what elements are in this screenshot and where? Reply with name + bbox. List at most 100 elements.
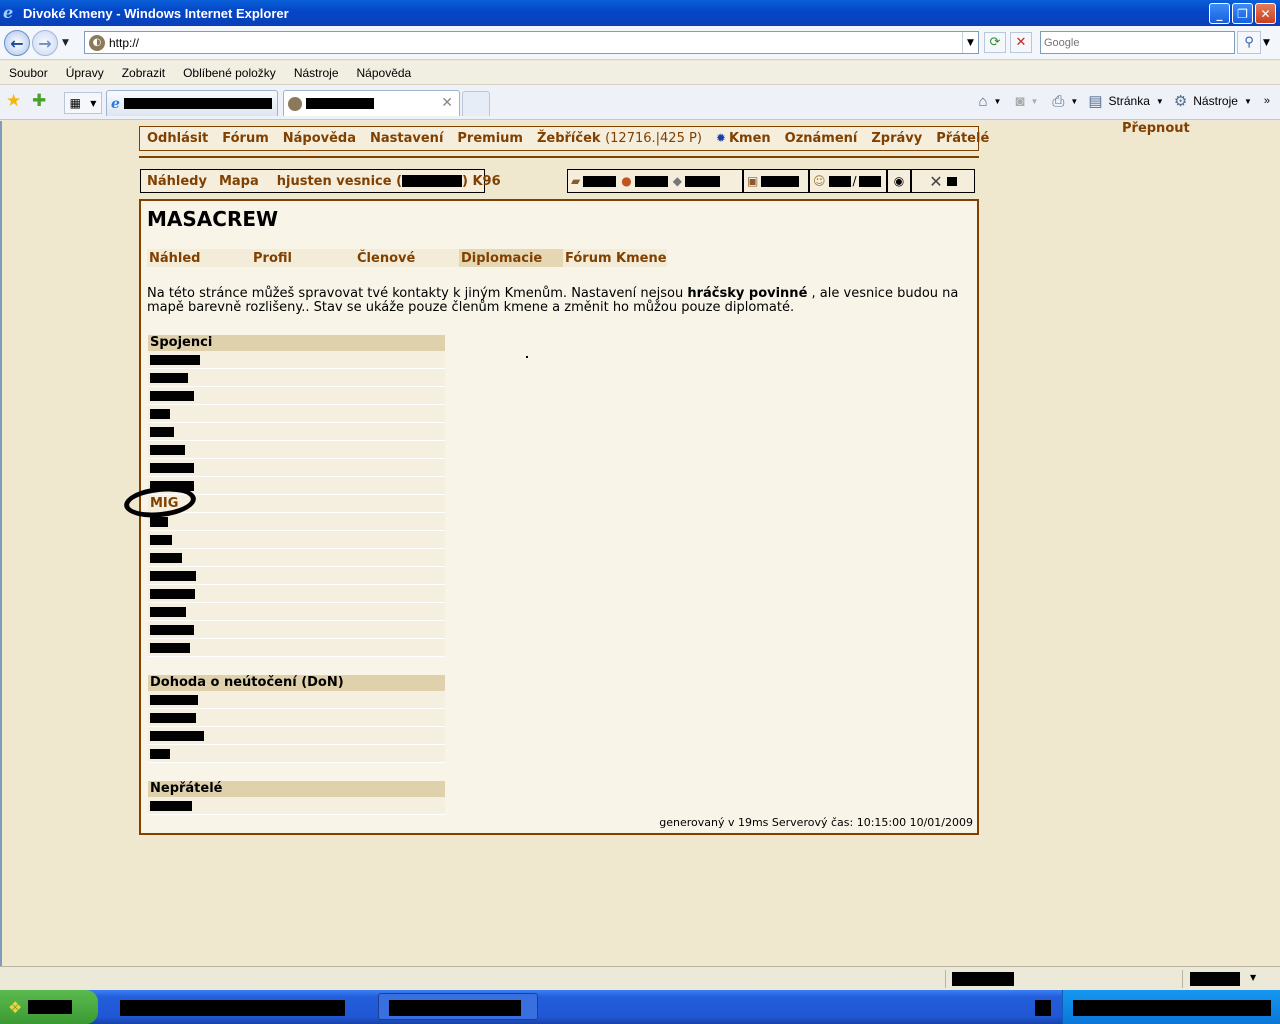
menu-help[interactable]: Nápověda	[357, 66, 412, 80]
add-favorite-icon[interactable]: ✚	[32, 91, 46, 111]
stop-button[interactable]: ✕	[1010, 32, 1032, 53]
table-row[interactable]	[148, 585, 445, 603]
home-dropdown-icon[interactable]: ▼	[994, 97, 1002, 106]
table-row[interactable]	[148, 603, 445, 621]
menu-file[interactable]: Soubor	[9, 66, 48, 80]
table-row[interactable]	[148, 441, 445, 459]
menu-logout[interactable]: Odhlásit	[140, 131, 215, 146]
overviews-link[interactable]: Náhledy	[141, 174, 213, 189]
redacted-zoom[interactable]	[1190, 972, 1240, 986]
chevron-more-icon[interactable]: »	[1264, 95, 1270, 107]
table-row[interactable]	[148, 549, 445, 567]
table-row[interactable]	[148, 387, 445, 405]
tab-tribe-forum[interactable]: Fórum Kmene	[563, 249, 667, 267]
redacted-tribe	[150, 390, 194, 401]
print-dropdown-icon[interactable]: ▼	[1070, 97, 1078, 106]
forward-button[interactable]: →	[32, 30, 58, 56]
table-row[interactable]	[148, 423, 445, 441]
table-row[interactable]	[148, 351, 445, 369]
table-row[interactable]	[148, 369, 445, 387]
menu-forum[interactable]: Fórum	[215, 131, 276, 146]
table-row[interactable]	[148, 567, 445, 585]
history-dropdown-icon[interactable]: ▼	[62, 38, 69, 48]
search-box[interactable]	[1040, 31, 1235, 54]
tab-members[interactable]: Členové	[355, 249, 459, 267]
table-row[interactable]	[148, 709, 445, 727]
search-button[interactable]: ⚲	[1237, 31, 1261, 54]
table-row[interactable]	[148, 639, 445, 657]
search-input[interactable]	[1041, 32, 1234, 53]
redacted-tribe	[150, 642, 190, 653]
switch-village-link[interactable]: Přepnout	[1122, 121, 1190, 136]
menu-edit[interactable]: Úpravy	[66, 66, 104, 80]
table-row[interactable]	[148, 727, 445, 745]
home-icon[interactable]: ⌂	[978, 93, 987, 110]
page-dropdown-icon[interactable]: ▼	[1156, 97, 1164, 106]
village-suffix: ) K96	[462, 173, 501, 189]
redacted-start-label	[28, 1000, 73, 1014]
menu-view[interactable]: Zobrazit	[122, 66, 165, 80]
menu-tools[interactable]: Nástroje	[294, 66, 339, 80]
feeds-icon[interactable]: ◙	[1015, 93, 1024, 110]
redacted-tribe	[150, 624, 194, 635]
table-row[interactable]	[148, 459, 445, 477]
table-row[interactable]	[148, 745, 445, 763]
enemies-table: Nepřátelé	[148, 781, 445, 815]
refresh-button[interactable]: ⟳	[984, 32, 1006, 53]
feeds-dropdown-icon[interactable]: ▼	[1030, 97, 1038, 106]
table-row[interactable]	[148, 513, 445, 531]
tab-diplomacy[interactable]: Diplomacie	[459, 249, 563, 267]
zoom-dropdown-icon[interactable]: ▼	[1250, 973, 1256, 982]
tools-gear-icon: ⚙	[1173, 93, 1188, 110]
favorites-star-icon[interactable]: ★	[6, 91, 21, 111]
quick-tabs-button[interactable]: ▦ ▼	[64, 92, 102, 114]
tools-menu[interactable]: Nástroje	[1193, 94, 1238, 108]
village-name[interactable]: hjusten vesnice () K96	[271, 174, 507, 189]
start-button[interactable]: ❖	[0, 990, 98, 1024]
menu-messages[interactable]: Zprávy	[864, 131, 929, 146]
redacted-quicklaunch[interactable]	[120, 1000, 345, 1016]
attacks-box[interactable]: ✕	[911, 169, 975, 193]
map-link[interactable]: Mapa	[213, 174, 265, 189]
address-bar[interactable]: ◐ ▼	[84, 31, 979, 54]
menu-ranking[interactable]: Žebříček (12716.|425 P)	[530, 131, 709, 146]
browser-tab-2[interactable]: ✕	[283, 90, 460, 116]
menu-tribe[interactable]: ✹ Kmen	[709, 131, 778, 146]
back-button[interactable]: ←	[4, 30, 30, 56]
tab-bar: ★ ✚ ▦ ▼ e ✕ ⌂ ▼ ◙ ▼ ⎙ ▼ ▤ Stránka ▼ ⚙ Nástroj…	[0, 85, 1280, 120]
nobleman-box[interactable]: ◉	[887, 169, 911, 193]
minimize-button[interactable]: _	[1209, 3, 1230, 24]
browser-tab-1[interactable]: e	[106, 90, 278, 116]
table-row[interactable]	[148, 691, 445, 709]
table-row[interactable]	[148, 531, 445, 549]
site-tab-icon	[288, 96, 302, 111]
menu-settings[interactable]: Nastavení	[363, 131, 450, 146]
search-options-icon[interactable]: ▼	[1263, 38, 1270, 48]
menu-help[interactable]: Nápověda	[276, 131, 363, 146]
redacted-tray-icon[interactable]	[1035, 1000, 1051, 1016]
menu-reports[interactable]: Oznámení	[778, 131, 865, 146]
redacted-tribe	[150, 748, 170, 759]
quick-tabs-dropdown-icon: ▼	[90, 98, 97, 108]
address-dropdown-icon[interactable]: ▼	[962, 32, 978, 53]
population-box: ☺ /	[809, 169, 887, 193]
tools-dropdown-icon[interactable]: ▼	[1244, 97, 1252, 106]
table-row[interactable]	[148, 621, 445, 639]
tab-overview[interactable]: Náhled	[147, 249, 251, 267]
close-button[interactable]: ✕	[1255, 3, 1276, 24]
menu-favorites[interactable]: Oblíbené položky	[183, 66, 276, 80]
page-menu[interactable]: Stránka	[1109, 94, 1150, 108]
menu-premium[interactable]: Premium	[450, 131, 530, 146]
taskbar-ie-button[interactable]	[378, 993, 538, 1020]
table-row[interactable]	[148, 797, 445, 815]
tab-profile[interactable]: Profil	[251, 249, 355, 267]
tab-close-icon[interactable]: ✕	[441, 95, 453, 111]
game-page: Přepnout Odhlásit Fórum Nápověda Nastave…	[0, 121, 1280, 966]
address-input[interactable]	[109, 35, 962, 50]
new-tab-button[interactable]	[462, 91, 490, 116]
print-icon[interactable]: ⎙	[1052, 93, 1064, 110]
table-row-mig[interactable]: MIG	[122, 483, 445, 521]
restore-button[interactable]: ❐	[1232, 3, 1253, 24]
menu-friends[interactable]: Přátelé	[929, 131, 996, 146]
table-row[interactable]	[148, 405, 445, 423]
